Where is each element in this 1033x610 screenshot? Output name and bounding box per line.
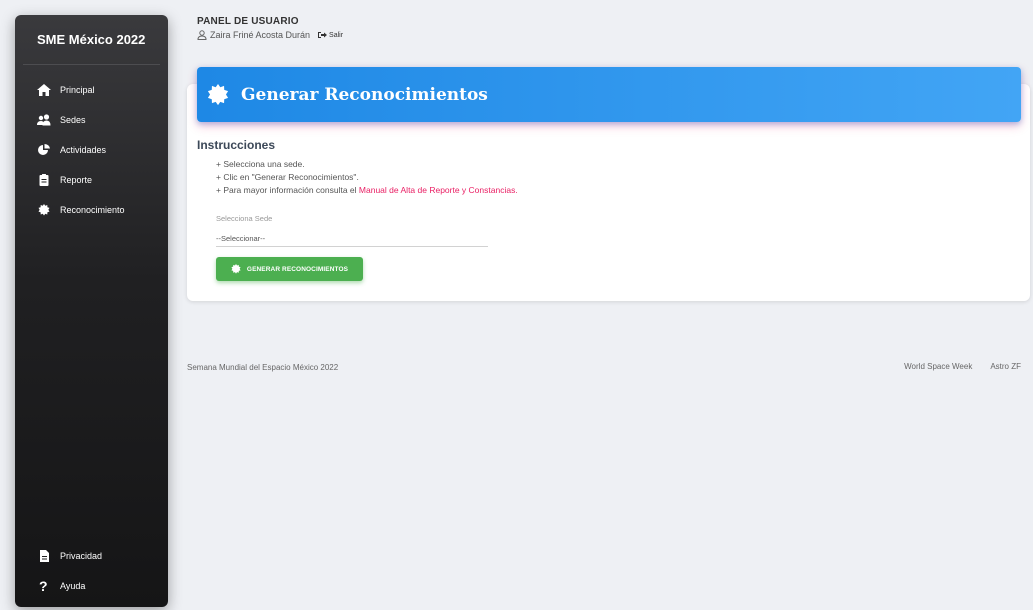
sede-label: Selecciona Sede — [216, 214, 273, 223]
user-name: Zaira Friné Acosta Durán — [210, 30, 311, 40]
button-label: GENERAR RECONOCIMIENTOS — [246, 265, 349, 273]
instruction-line: + Para mayor información consulta el Man… — [216, 184, 997, 197]
footer-link-astro-zf[interactable]: Astro ZF — [990, 362, 1021, 371]
svg-text:?: ? — [39, 579, 48, 593]
sidebar: SME México 2022 Principal Sedes Activida… — [15, 15, 168, 607]
sidebar-item-label: Reporte — [60, 175, 93, 185]
user-panel-header: PANEL DE USUARIO Zaira Friné Acosta Durá… — [197, 16, 343, 40]
sidebar-item-sedes[interactable]: Sedes — [15, 105, 168, 135]
sign-out-icon — [318, 31, 328, 39]
sidebar-item-reporte[interactable]: Reporte — [15, 165, 168, 195]
sidebar-item-reconocimiento[interactable]: Reconocimiento — [15, 195, 168, 225]
logout-label: Salir — [329, 31, 344, 39]
clipboard-icon — [37, 174, 51, 186]
certificate-icon — [231, 264, 241, 274]
card-title: Generar Reconocimientos — [241, 84, 488, 105]
sede-select[interactable]: --Seleccionar-- — [216, 230, 488, 247]
footer-link-world-space-week[interactable]: World Space Week — [904, 362, 972, 371]
pie-chart-icon — [37, 144, 51, 156]
footer-links: World Space Week Astro ZF — [886, 362, 1021, 371]
certificate-icon — [37, 204, 51, 216]
user-icon — [197, 30, 207, 40]
group-icon — [37, 114, 51, 126]
instructions-section: Instrucciones + Selecciona una sede. + C… — [197, 138, 997, 281]
card-header: Generar Reconocimientos — [197, 67, 1021, 122]
sidebar-item-label: Reconocimiento — [60, 205, 125, 215]
instructions-title: Instrucciones — [197, 138, 276, 152]
logout-link[interactable]: Salir — [318, 31, 343, 39]
sidebar-item-label: Privacidad — [60, 551, 103, 561]
sidebar-item-label: Actividades — [60, 145, 107, 155]
sidebar-bottom-nav: Privacidad ? Ayuda — [15, 541, 168, 601]
document-icon — [37, 550, 51, 562]
sidebar-item-label: Sedes — [60, 115, 86, 125]
brand-title[interactable]: SME México 2022 — [23, 15, 160, 65]
instructions-list: + Selecciona una sede. + Clic en "Genera… — [197, 158, 997, 197]
certificate-icon — [207, 83, 229, 106]
sidebar-item-label: Principal — [60, 85, 95, 95]
instruction-text: + Para mayor información consulta el — [216, 185, 359, 195]
instruction-line: + Selecciona una sede. — [216, 159, 305, 169]
sidebar-item-principal[interactable]: Principal — [15, 75, 168, 105]
instruction-line: + Clic en "Generar Reconocimientos". — [216, 172, 359, 182]
question-icon: ? — [37, 579, 51, 593]
panel-title: PANEL DE USUARIO — [197, 16, 299, 27]
sidebar-item-privacidad[interactable]: Privacidad — [15, 541, 168, 571]
generate-recognitions-button[interactable]: GENERAR RECONOCIMIENTOS — [216, 257, 363, 281]
sidebar-item-actividades[interactable]: Actividades — [15, 135, 168, 165]
sidebar-item-ayuda[interactable]: ? Ayuda — [15, 571, 168, 601]
manual-link[interactable]: Manual de Alta de Reporte y Constancias. — [359, 185, 518, 195]
sidebar-item-label: Ayuda — [60, 581, 86, 591]
footer-copyright: Semana Mundial del Espacio México 2022 — [187, 363, 339, 372]
sidebar-nav: Principal Sedes Actividades Reporte Reco… — [15, 75, 168, 225]
user-info: Zaira Friné Acosta Durán Salir — [197, 30, 343, 40]
home-icon — [37, 84, 51, 96]
